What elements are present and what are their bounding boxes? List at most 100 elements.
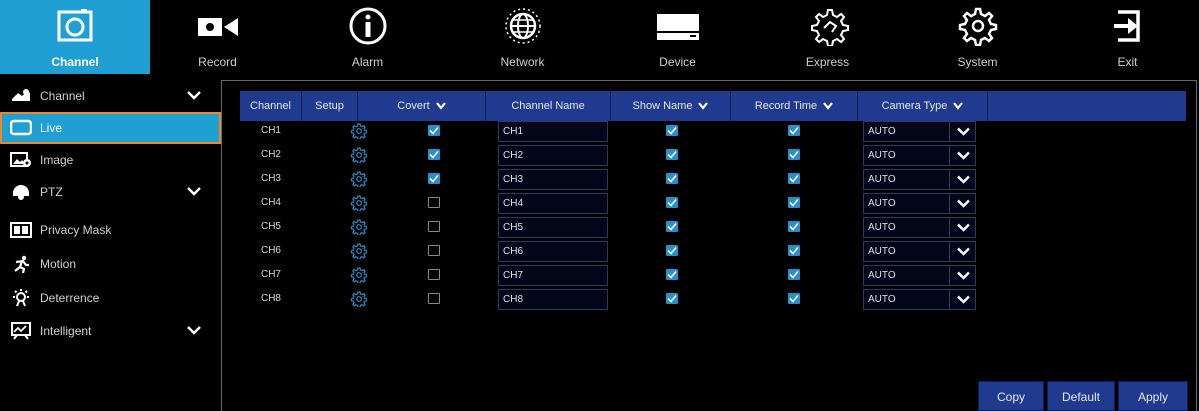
record-time-checkbox[interactable] [788,197,800,208]
nav-tab-record[interactable]: Record [150,0,285,74]
nav-tab-system[interactable]: System [910,0,1045,74]
dropdown-button[interactable] [949,146,975,165]
show-name-checkbox[interactable] [666,125,678,136]
copy-button[interactable]: Copy [978,381,1044,411]
chevron-down-icon[interactable] [953,102,964,110]
sidebar-item-channel[interactable]: Channel [0,80,221,112]
sidebar-item-label: Privacy Mask [40,223,112,237]
sidebar-item-motion[interactable]: Motion [0,248,221,280]
show-name-checkbox[interactable] [666,293,678,304]
camera-type-select[interactable]: AUTO [863,265,976,286]
sidebar-item-ptz[interactable]: PTZ [0,176,221,208]
nav-label: Record [198,55,237,69]
covert-checkbox[interactable] [428,149,440,160]
covert-checkbox[interactable] [428,245,440,256]
live-settings-panel: Channel Setup Covert Channel Name Show N… [221,80,1197,411]
dropdown-button[interactable] [949,218,975,237]
show-name-checkbox[interactable] [666,197,678,208]
sidebar-item-label: Intelligent [40,324,92,338]
header-record-time[interactable]: Record Time [731,91,858,121]
record-time-checkbox[interactable] [788,293,800,304]
camera-type-select[interactable]: AUTO [863,289,976,310]
camera-type-select[interactable]: AUTO [863,169,976,190]
sidebar-item-live[interactable]: Live [0,112,221,144]
dropdown-button[interactable] [949,170,975,189]
channel-name-input[interactable]: CH4 [498,193,608,214]
header-show-name[interactable]: Show Name [611,91,731,121]
channel-name-input[interactable]: CH1 [498,121,608,142]
sidebar-item-deterrence[interactable]: Deterrence [0,282,221,314]
nav-tab-channel[interactable]: Channel [0,0,150,74]
camera-type-select[interactable]: AUTO [863,121,976,142]
setup-gear-icon[interactable] [351,219,367,235]
sidebar-item-image[interactable]: Image [0,144,221,176]
dropdown-button[interactable] [949,290,975,309]
sidebar-item-intelligent[interactable]: Intelligent [0,315,221,347]
covert-checkbox[interactable] [428,293,440,304]
record-time-checkbox[interactable] [788,269,800,280]
header-channel: Channel [240,91,302,121]
record-time-checkbox[interactable] [788,173,800,184]
chevron-down-icon[interactable] [698,102,709,110]
camera-type-value: AUTO [868,198,896,209]
nav-tab-express[interactable]: Express [760,0,895,74]
dropdown-button[interactable] [949,242,975,261]
globe-icon [504,8,541,44]
nav-tab-alarm[interactable]: Alarm [300,0,435,74]
camera-type-select[interactable]: AUTO [863,217,976,238]
header-camera-type[interactable]: Camera Type [858,91,988,121]
channel-cell: CH3 [260,173,281,184]
sidebar-item-label: Image [40,153,74,167]
channel-name-input[interactable]: CH7 [498,265,608,286]
channel-cell: CH4 [260,197,281,208]
record-time-checkbox[interactable] [788,125,800,136]
show-name-checkbox[interactable] [666,245,678,256]
show-name-checkbox[interactable] [666,221,678,232]
chevron-down-icon [957,295,970,304]
setup-gear-icon[interactable] [351,291,367,307]
chevron-down-icon[interactable] [435,102,446,110]
apply-button[interactable]: Apply [1118,381,1188,411]
covert-checkbox[interactable] [428,269,440,280]
chevron-down-icon [957,175,970,184]
default-button[interactable]: Default [1047,381,1115,411]
channel-name-input[interactable]: CH8 [498,289,608,310]
nav-tab-network[interactable]: Network [455,0,590,74]
dropdown-button[interactable] [949,122,975,141]
light-bulb-icon [13,289,29,307]
channel-name-input[interactable]: CH6 [498,241,608,262]
header-covert[interactable]: Covert [358,91,486,121]
show-name-checkbox[interactable] [666,149,678,160]
camera-type-select[interactable]: AUTO [863,193,976,214]
covert-checkbox[interactable] [428,173,440,184]
setup-gear-icon[interactable] [351,147,367,163]
dropdown-button[interactable] [949,266,975,285]
setup-gear-icon[interactable] [351,267,367,283]
nav-label: Channel [51,55,99,69]
channel-name-input[interactable]: CH3 [498,169,608,190]
chevron-down-icon[interactable] [823,102,834,110]
setup-gear-icon[interactable] [351,123,367,139]
channel-name-input[interactable]: CH2 [498,145,608,166]
record-time-checkbox[interactable] [788,221,800,232]
setup-gear-icon[interactable] [351,243,367,259]
record-time-checkbox[interactable] [788,245,800,256]
sidebar-item-privacy-mask[interactable]: Privacy Mask [0,214,221,246]
setup-gear-icon[interactable] [351,171,367,187]
nav-tab-device[interactable]: Device [610,0,745,74]
camera-type-value: AUTO [868,174,896,185]
covert-checkbox[interactable] [428,197,440,208]
setup-gear-icon[interactable] [351,195,367,211]
record-time-checkbox[interactable] [788,149,800,160]
show-name-checkbox[interactable] [666,269,678,280]
table-row: CH2 CH2 AUTO [240,145,1186,169]
nav-tab-exit[interactable]: Exit [1060,0,1195,74]
covert-checkbox[interactable] [428,221,440,232]
show-name-checkbox[interactable] [666,173,678,184]
covert-checkbox[interactable] [428,125,440,136]
camera-type-select[interactable]: AUTO [863,241,976,262]
camera-type-select[interactable]: AUTO [863,145,976,166]
channel-name-input[interactable]: CH5 [498,217,608,238]
table-row: CH4 CH4 AUTO [240,193,1186,217]
dropdown-button[interactable] [949,194,975,213]
